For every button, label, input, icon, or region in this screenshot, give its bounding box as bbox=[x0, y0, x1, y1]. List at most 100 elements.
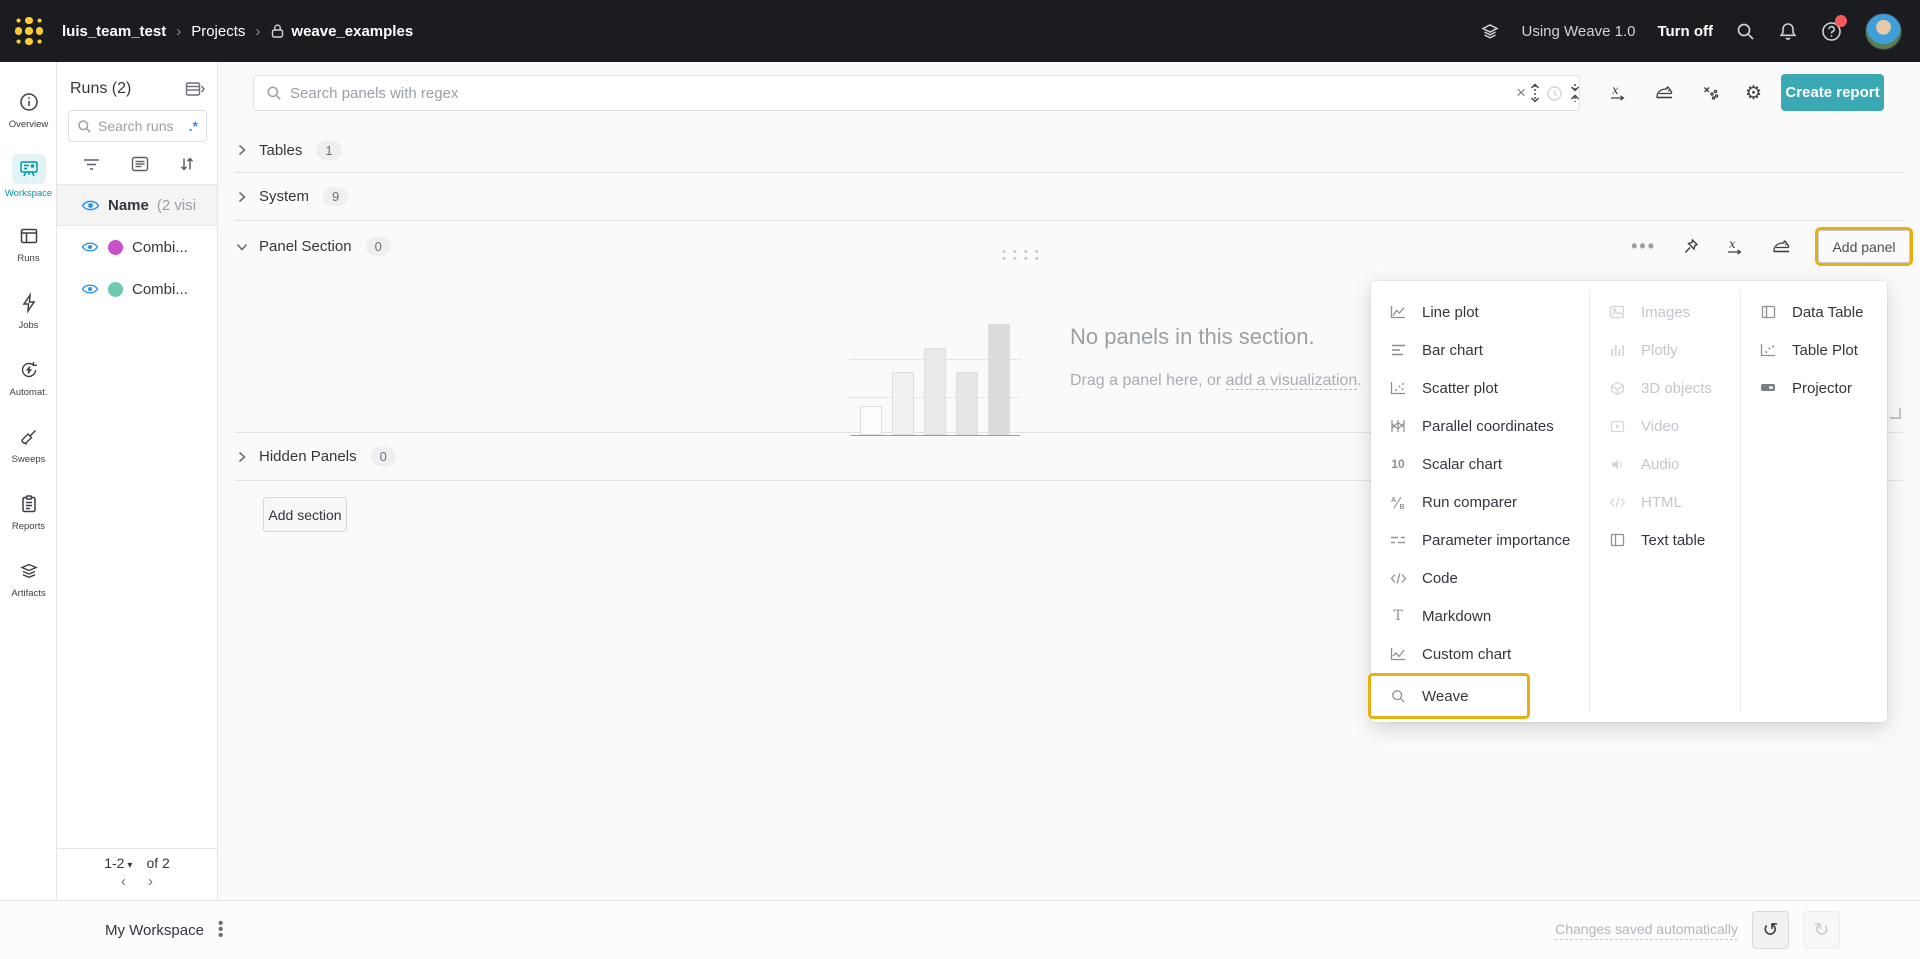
workspace-settings-gear-icon[interactable]: ⚙ bbox=[1745, 82, 1762, 105]
undo-button[interactable]: ↺ bbox=[1752, 911, 1789, 949]
runs-icon bbox=[16, 223, 42, 249]
sort-icon[interactable] bbox=[179, 156, 195, 172]
runs-table-expand-button[interactable] bbox=[185, 81, 205, 97]
menu-item-bar-chart[interactable]: Bar chart bbox=[1371, 331, 1589, 369]
3d-objects-icon bbox=[1608, 381, 1626, 396]
page-total: of 2 bbox=[146, 855, 169, 871]
x-axis-settings-icon[interactable]: x bbox=[1725, 238, 1745, 256]
section-more-options-button[interactable]: ••• bbox=[1631, 236, 1656, 257]
runs-name-column-header[interactable]: Name (2 visi bbox=[57, 184, 217, 226]
notifications-bell-icon[interactable] bbox=[1778, 21, 1798, 42]
remove-outliers-icon[interactable] bbox=[1701, 84, 1719, 102]
add-panel-button[interactable]: Add panel bbox=[1818, 230, 1910, 263]
weave-turn-off-button[interactable]: Turn off bbox=[1657, 23, 1713, 40]
menu-item-video: Video bbox=[1590, 407, 1740, 445]
global-search-icon[interactable] bbox=[1735, 21, 1756, 42]
prev-page-button[interactable]: ‹ bbox=[121, 873, 126, 890]
expand-all-panels-icon[interactable] bbox=[1528, 83, 1542, 103]
menu-item-parameter-importance[interactable]: Parameter importance bbox=[1371, 521, 1589, 559]
add-panel-annotation: Add panel bbox=[1818, 230, 1910, 263]
breadcrumb-project[interactable]: weave_examples bbox=[291, 23, 413, 40]
nav-item-artifacts[interactable]: Artifacts bbox=[0, 545, 57, 612]
user-avatar[interactable] bbox=[1865, 13, 1902, 50]
artifacts-icon bbox=[16, 558, 42, 584]
menu-item-markdown[interactable]: T Markdown bbox=[1371, 597, 1589, 635]
reports-icon bbox=[16, 491, 42, 517]
section-header-system[interactable]: System 9 bbox=[235, 173, 1903, 221]
code-icon bbox=[1389, 572, 1407, 585]
workspace-kebab-menu[interactable]: ••• bbox=[218, 921, 224, 939]
jobs-icon bbox=[16, 290, 42, 316]
next-page-button[interactable]: › bbox=[148, 873, 153, 890]
menu-item-line-plot[interactable]: Line plot bbox=[1371, 293, 1589, 331]
section-count-badge: 9 bbox=[323, 187, 348, 206]
collapse-all-panels-icon[interactable] bbox=[1568, 83, 1582, 103]
visibility-eye-icon[interactable] bbox=[81, 240, 99, 254]
menu-item-parallel-coordinates[interactable]: Parallel coordinates bbox=[1371, 407, 1589, 445]
section-header-tables[interactable]: Tables 1 bbox=[235, 128, 1903, 173]
run-row[interactable]: Combi... bbox=[57, 268, 217, 310]
run-row[interactable]: Combi... bbox=[57, 226, 217, 268]
menu-item-scatter-plot[interactable]: Scatter plot bbox=[1371, 369, 1589, 407]
nav-item-jobs[interactable]: Jobs bbox=[0, 277, 57, 344]
nav-item-reports[interactable]: Reports bbox=[0, 478, 57, 545]
markdown-icon: T bbox=[1389, 608, 1407, 624]
create-report-button[interactable]: Create report bbox=[1781, 74, 1884, 111]
audio-icon bbox=[1608, 458, 1626, 471]
runs-search-input[interactable] bbox=[98, 118, 178, 134]
save-status-text: Changes saved automatically bbox=[1555, 921, 1738, 940]
pin-section-icon[interactable] bbox=[1682, 238, 1699, 256]
nav-item-workspace[interactable]: Workspace bbox=[0, 143, 57, 210]
help-button[interactable] bbox=[1820, 20, 1843, 43]
section-count-badge: 0 bbox=[371, 447, 396, 466]
runs-search-field[interactable]: .* bbox=[68, 110, 207, 142]
nav-item-automations[interactable]: Automat. bbox=[0, 344, 57, 411]
visibility-eye-icon[interactable] bbox=[81, 198, 100, 213]
svg-text:x: x bbox=[1729, 238, 1736, 251]
menu-item-html: HTML bbox=[1590, 483, 1740, 521]
parameter-importance-icon bbox=[1389, 534, 1407, 546]
empty-bar-chart-illustration bbox=[850, 324, 1020, 436]
wandb-logo[interactable] bbox=[12, 14, 46, 48]
x-axis-settings-icon[interactable]: x bbox=[1608, 84, 1628, 102]
workspace-icon bbox=[12, 154, 46, 184]
breadcrumb-separator: › bbox=[255, 23, 260, 40]
search-icon bbox=[77, 119, 92, 134]
panel-search-field[interactable]: × bbox=[253, 75, 1580, 111]
runs-sidebar: Runs (2) .* Name (2 visi Combi... Combi.… bbox=[57, 62, 218, 900]
panel-smoothing-icon[interactable] bbox=[1771, 238, 1792, 256]
notification-dot bbox=[1835, 15, 1847, 27]
add-panel-menu: Line plot Bar chart Scatter plot Paralle… bbox=[1371, 281, 1887, 722]
page-range-dropdown[interactable]: 1-2▾ bbox=[104, 855, 132, 871]
filter-icon[interactable] bbox=[83, 157, 100, 172]
menu-item-text-table[interactable]: Text table bbox=[1590, 521, 1740, 559]
chevron-down-icon: ▾ bbox=[127, 860, 132, 871]
breadcrumb-projects[interactable]: Projects bbox=[191, 23, 245, 40]
menu-item-table-plot[interactable]: Table Plot bbox=[1741, 331, 1887, 369]
menu-item-weave[interactable]: Weave bbox=[1371, 676, 1527, 716]
video-icon bbox=[1608, 420, 1626, 433]
add-visualization-link[interactable]: add a visualization bbox=[1226, 372, 1358, 390]
breadcrumb-team[interactable]: luis_team_test bbox=[62, 23, 166, 40]
add-section-button[interactable]: Add section bbox=[263, 497, 347, 532]
regex-toggle[interactable]: .* bbox=[189, 118, 198, 134]
panel-search-input[interactable] bbox=[290, 85, 1502, 102]
menu-item-custom-chart[interactable]: Custom chart bbox=[1371, 635, 1589, 673]
section-drag-handle[interactable]: • • • •• • • • bbox=[1002, 249, 1028, 263]
menu-item-code[interactable]: Code bbox=[1371, 559, 1589, 597]
panel-smoothing-icon[interactable] bbox=[1654, 84, 1675, 102]
menu-item-data-table[interactable]: Data Table bbox=[1741, 293, 1887, 331]
visibility-eye-icon[interactable] bbox=[81, 282, 99, 296]
nav-item-overview[interactable]: Overview bbox=[0, 76, 57, 143]
run-details-icon[interactable] bbox=[131, 156, 149, 172]
menu-item-scalar-chart[interactable]: 10 Scalar chart bbox=[1371, 445, 1589, 483]
runs-title: Runs (2) bbox=[70, 80, 131, 98]
menu-item-run-comparer[interactable]: AB Run comparer bbox=[1371, 483, 1589, 521]
runs-pagination: 1-2▾ of 2 ‹ › bbox=[57, 848, 217, 900]
workspace-name[interactable]: My Workspace bbox=[105, 922, 204, 939]
chevron-right-icon bbox=[235, 451, 249, 463]
nav-item-runs[interactable]: Runs bbox=[0, 210, 57, 277]
resize-corner-handle[interactable] bbox=[1890, 408, 1901, 419]
nav-item-sweeps[interactable]: Sweeps bbox=[0, 411, 57, 478]
menu-item-projector[interactable]: Projector bbox=[1741, 369, 1887, 407]
